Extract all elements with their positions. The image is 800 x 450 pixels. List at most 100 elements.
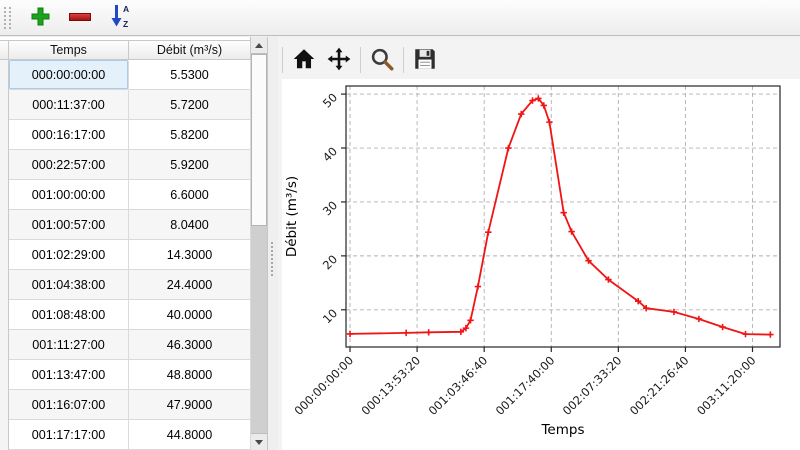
cell-debit[interactable]: 46.3000: [129, 330, 251, 360]
cell-temps[interactable]: 000:22:57:00: [9, 150, 129, 180]
save-icon: [412, 46, 438, 75]
data-marker: [403, 330, 409, 336]
home-button[interactable]: [290, 46, 318, 74]
cell-temps[interactable]: 001:00:57:00: [9, 210, 129, 240]
panel-splitter[interactable]: [268, 37, 278, 450]
table-row: 000:22:57:005.9200: [9, 150, 251, 180]
table-row: 001:04:38:0024.4000: [9, 270, 251, 300]
save-button[interactable]: [411, 46, 439, 74]
table-row: 000:00:00:005.5300: [9, 60, 251, 90]
toolbar-separator: [282, 47, 283, 73]
toolbar-drag-handle[interactable]: [4, 7, 11, 29]
table-row: 000:16:17:005.8200: [9, 120, 251, 150]
cell-temps[interactable]: 000:11:37:00: [9, 90, 129, 120]
cell-debit[interactable]: 5.9200: [129, 150, 251, 180]
table-row: 001:00:57:008.0400: [9, 210, 251, 240]
cell-debit[interactable]: 24.4000: [129, 270, 251, 300]
cell-debit[interactable]: 5.5300: [129, 60, 251, 90]
cell-temps[interactable]: 001:04:38:00: [9, 270, 129, 300]
x-tick-label: 001:03:46:40: [426, 353, 491, 418]
x-tick-label: 000:13:53:20: [359, 353, 424, 418]
sort-button[interactable]: A Z: [107, 4, 133, 32]
y-axis-label: Débit (m³/s): [284, 176, 300, 257]
sort-az-icon: A Z: [109, 3, 131, 32]
magnifier-icon: [369, 46, 395, 75]
data-marker: [696, 316, 702, 322]
triangle-up-icon: [255, 43, 263, 48]
cell-debit[interactable]: 40.0000: [129, 300, 251, 330]
cell-debit[interactable]: 8.0400: [129, 210, 251, 240]
data-marker: [425, 329, 431, 335]
add-row-button[interactable]: [27, 4, 53, 32]
toolbar-separator: [403, 47, 404, 73]
cell-debit[interactable]: 44.8000: [129, 420, 251, 450]
cell-temps[interactable]: 000:00:00:00: [9, 60, 129, 90]
cell-debit[interactable]: 14.3000: [129, 240, 251, 270]
cell-temps[interactable]: 001:00:00:00: [9, 180, 129, 210]
cell-temps[interactable]: 001:02:29:00: [9, 240, 129, 270]
table-row: 001:16:07:0047.9000: [9, 390, 251, 420]
cell-temps[interactable]: 001:08:48:00: [9, 300, 129, 330]
cell-debit[interactable]: 47.9000: [129, 390, 251, 420]
move-icon: [326, 46, 352, 75]
cell-temps[interactable]: 001:16:07:00: [9, 390, 129, 420]
table-row: 001:13:47:0048.8000: [9, 360, 251, 390]
cell-debit[interactable]: 5.7200: [129, 90, 251, 120]
table-body: 000:00:00:005.5300000:11:37:005.7200000:…: [9, 60, 251, 450]
plot-border: [346, 86, 780, 347]
remove-row-button[interactable]: [67, 4, 93, 32]
cell-temps[interactable]: 001:17:17:00: [9, 420, 129, 450]
chart-figure[interactable]: 000:00:00:00000:13:53:20001:03:46:40001:…: [282, 79, 800, 450]
data-marker: [485, 229, 491, 235]
home-icon: [291, 46, 317, 75]
column-header-temps[interactable]: Temps: [9, 40, 129, 60]
table-row: 001:00:00:006.6000: [9, 180, 251, 210]
data-marker: [742, 331, 748, 337]
x-tick-label: 002:21:26:40: [627, 353, 692, 418]
data-table: Temps Débit (m³/s) 000:00:00:005.5300000…: [0, 37, 251, 450]
column-header-debit[interactable]: Débit (m³/s): [129, 40, 251, 60]
y-tick-label: 50: [320, 90, 340, 110]
data-marker: [347, 331, 353, 337]
triangle-down-icon: [255, 440, 263, 445]
x-tick-label: 002:07:33:20: [560, 353, 625, 418]
splitter-grip: [271, 242, 274, 276]
scroll-up-button[interactable]: [251, 37, 267, 54]
cell-debit[interactable]: 5.8200: [129, 120, 251, 150]
table-row: 001:02:29:0014.3000: [9, 240, 251, 270]
svg-text:Z: Z: [123, 19, 128, 29]
table-row: 001:11:27:0046.3000: [9, 330, 251, 360]
cell-debit[interactable]: 6.6000: [129, 180, 251, 210]
y-tick-label: 30: [320, 198, 340, 218]
table-row: 000:11:37:005.7200: [9, 90, 251, 120]
svg-text:A: A: [123, 4, 129, 14]
data-marker: [560, 210, 566, 216]
cell-temps[interactable]: 001:13:47:00: [9, 360, 129, 390]
scroll-down-button[interactable]: [251, 433, 267, 450]
chart-toolbar: [278, 43, 439, 77]
data-marker: [505, 145, 511, 151]
table-row: 001:17:17:0044.8000: [9, 420, 251, 450]
chart-panel: 000:00:00:00000:13:53:20001:03:46:40001:…: [278, 37, 800, 450]
cell-temps[interactable]: 000:16:17:00: [9, 120, 129, 150]
table-header: Temps Débit (m³/s): [9, 40, 251, 60]
y-tick-label: 10: [320, 306, 340, 326]
y-tick-label: 40: [320, 144, 340, 164]
cell-debit[interactable]: 48.8000: [129, 360, 251, 390]
table-row: 001:08:48:0040.0000: [9, 300, 251, 330]
hydrograph-chart[interactable]: 000:00:00:00000:13:53:20001:03:46:40001:…: [282, 79, 800, 450]
flow-line: [350, 98, 770, 334]
toolbar-separator: [360, 47, 361, 73]
cell-temps[interactable]: 001:11:27:00: [9, 330, 129, 360]
x-tick-label: 003:11:20:00: [694, 353, 759, 418]
x-tick-label: 000:00:00:00: [291, 353, 356, 418]
pan-button[interactable]: [325, 46, 353, 74]
plus-icon: [30, 6, 51, 30]
zoom-button[interactable]: [368, 46, 396, 74]
table-vertical-scrollbar[interactable]: [251, 37, 268, 450]
x-tick-label: 001:17:40:00: [493, 353, 558, 418]
scrollbar-thumb[interactable]: [251, 54, 267, 226]
main-toolbar: A Z: [0, 0, 800, 36]
data-marker: [767, 331, 773, 337]
data-marker: [475, 283, 481, 289]
